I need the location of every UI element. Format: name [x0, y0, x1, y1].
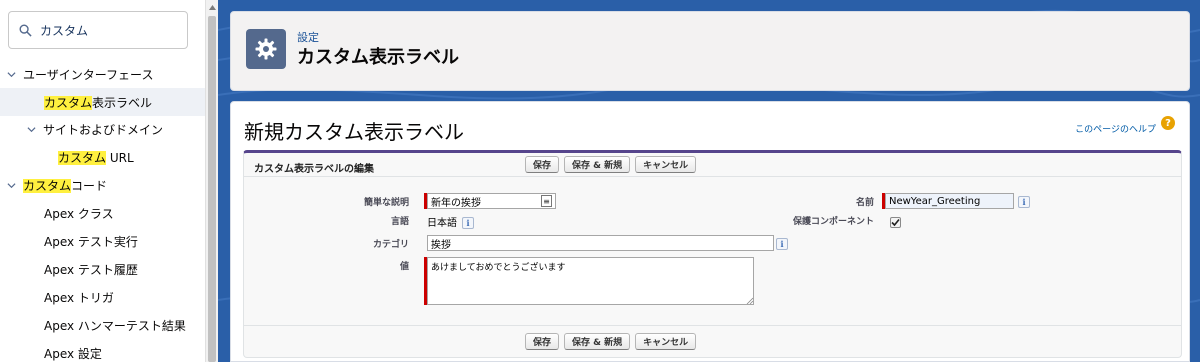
info-icon[interactable]: i [462, 217, 474, 229]
sidebar-item-label: カスタム URL [58, 150, 134, 165]
save-new-button[interactable]: 保存 & 新規 [564, 156, 631, 173]
language-value: 日本語 [427, 218, 457, 229]
sidebar-item-label: サイトおよびドメイン [43, 122, 164, 137]
sidebar-item-apex-test-history[interactable]: Apex テスト履歴 [0, 255, 205, 283]
bottom-button-row: 保存 保存 & 新規 キャンセル [525, 333, 697, 350]
chevron-down-icon[interactable] [4, 181, 18, 190]
info-icon[interactable]: i [776, 238, 788, 250]
top-button-row: 保存 保存 & 新規 キャンセル [525, 156, 697, 173]
setup-sidebar: ユーザインターフェース カスタム表示ラベル サイトおよびドメイン カスタム UR… [0, 0, 205, 362]
help-link[interactable]: このページのヘルプ [1075, 122, 1156, 135]
edit-form-block: カスタム表示ラベルの編集 保存 保存 & 新規 キャンセル 簡単な説明 ≡ 言語… [243, 150, 1182, 358]
sidebar-item-custom-labels[interactable]: カスタム表示ラベル [0, 88, 205, 116]
sidebar-item-label: Apex テスト実行 [44, 234, 138, 249]
value-label: 値 [399, 262, 409, 272]
sidebar-item-label: Apex 設定 [44, 346, 102, 361]
sidebar-item-custom-code[interactable]: カスタムコード [0, 171, 205, 199]
sidebar-item-label: ユーザインターフェース [23, 67, 154, 82]
name-input[interactable] [885, 193, 1014, 209]
sidebar-item-label: Apex クラス [44, 206, 114, 221]
resize-handle-icon[interactable] [746, 297, 753, 304]
scroll-thumb[interactable] [208, 16, 216, 362]
sidebar-item-apex-classes[interactable]: Apex クラス [0, 199, 205, 227]
block-title: カスタム表示ラベルの編集 [254, 164, 374, 175]
chevron-down-icon[interactable] [4, 70, 18, 79]
cancel-button[interactable]: キャンセル [635, 333, 697, 350]
sidebar-item-apex-settings[interactable]: Apex 設定 [0, 339, 205, 362]
chevron-down-icon[interactable] [24, 125, 38, 134]
gear-icon [246, 29, 286, 69]
language-label: 言語 [390, 217, 409, 227]
main-content: 新規カスタム表示ラベル このページのヘルプ ? カスタム表示ラベルの編集 保存 … [230, 101, 1190, 362]
category-input[interactable] [427, 235, 774, 251]
page-title: 新規カスタム表示ラベル [244, 120, 464, 144]
help-icon[interactable]: ? [1161, 116, 1175, 130]
sidebar-item-label: Apex ハンマーテスト結果 [44, 318, 186, 333]
search-icon [19, 24, 32, 37]
sidebar-item-label: カスタム表示ラベル [44, 95, 153, 110]
short-description-input[interactable] [427, 193, 556, 209]
save-new-button[interactable]: 保存 & 新規 [564, 333, 631, 350]
sidebar-item-apex-triggers[interactable]: Apex トリガ [0, 283, 205, 311]
cancel-button[interactable]: キャンセル [635, 156, 697, 173]
sidebar-item-apex-hammer-results[interactable]: Apex ハンマーテスト結果 [0, 311, 205, 339]
short-description-label: 簡単な説明 [363, 198, 409, 208]
page-header-title: カスタム表示ラベル [297, 47, 459, 68]
save-button[interactable]: 保存 [525, 333, 560, 350]
sidebar-item-sites-domains[interactable]: サイトおよびドメイン [0, 115, 205, 143]
quick-find-input[interactable] [38, 22, 178, 38]
sidebar-item-custom-url[interactable]: カスタム URL [0, 143, 205, 171]
name-label: 名前 [855, 198, 874, 208]
block-header: カスタム表示ラベルの編集 保存 保存 & 新規 キャンセル [244, 153, 1181, 177]
block-footer: 保存 保存 & 新規 キャンセル [244, 325, 1181, 358]
scroll-up-arrow-icon[interactable] [206, 0, 218, 14]
save-button[interactable]: 保存 [525, 156, 560, 173]
info-icon[interactable]: i [1018, 196, 1030, 208]
sidebar-item-ui[interactable]: ユーザインターフェース [0, 60, 205, 88]
protected-component-checkbox[interactable] [890, 217, 901, 228]
page-header: 設定 カスタム表示ラベル [230, 11, 1190, 91]
checkmark-icon [891, 218, 900, 227]
sidebar-item-label: Apex テスト履歴 [44, 262, 138, 277]
sidebar-item-apex-test-execution[interactable]: Apex テスト実行 [0, 227, 205, 255]
sidebar-item-label: Apex トリガ [44, 290, 114, 305]
category-label: カテゴリ [372, 240, 409, 250]
value-textarea[interactable]: あけましておめでとうございます [427, 257, 754, 305]
sidebar-scrollbar[interactable] [205, 0, 218, 362]
protected-component-label: 保護コンポーネント [792, 217, 874, 227]
text-lookup-icon[interactable]: ≡ [541, 195, 552, 207]
sidebar-item-label: カスタムコード [23, 178, 108, 193]
quick-find-box[interactable] [8, 11, 188, 49]
